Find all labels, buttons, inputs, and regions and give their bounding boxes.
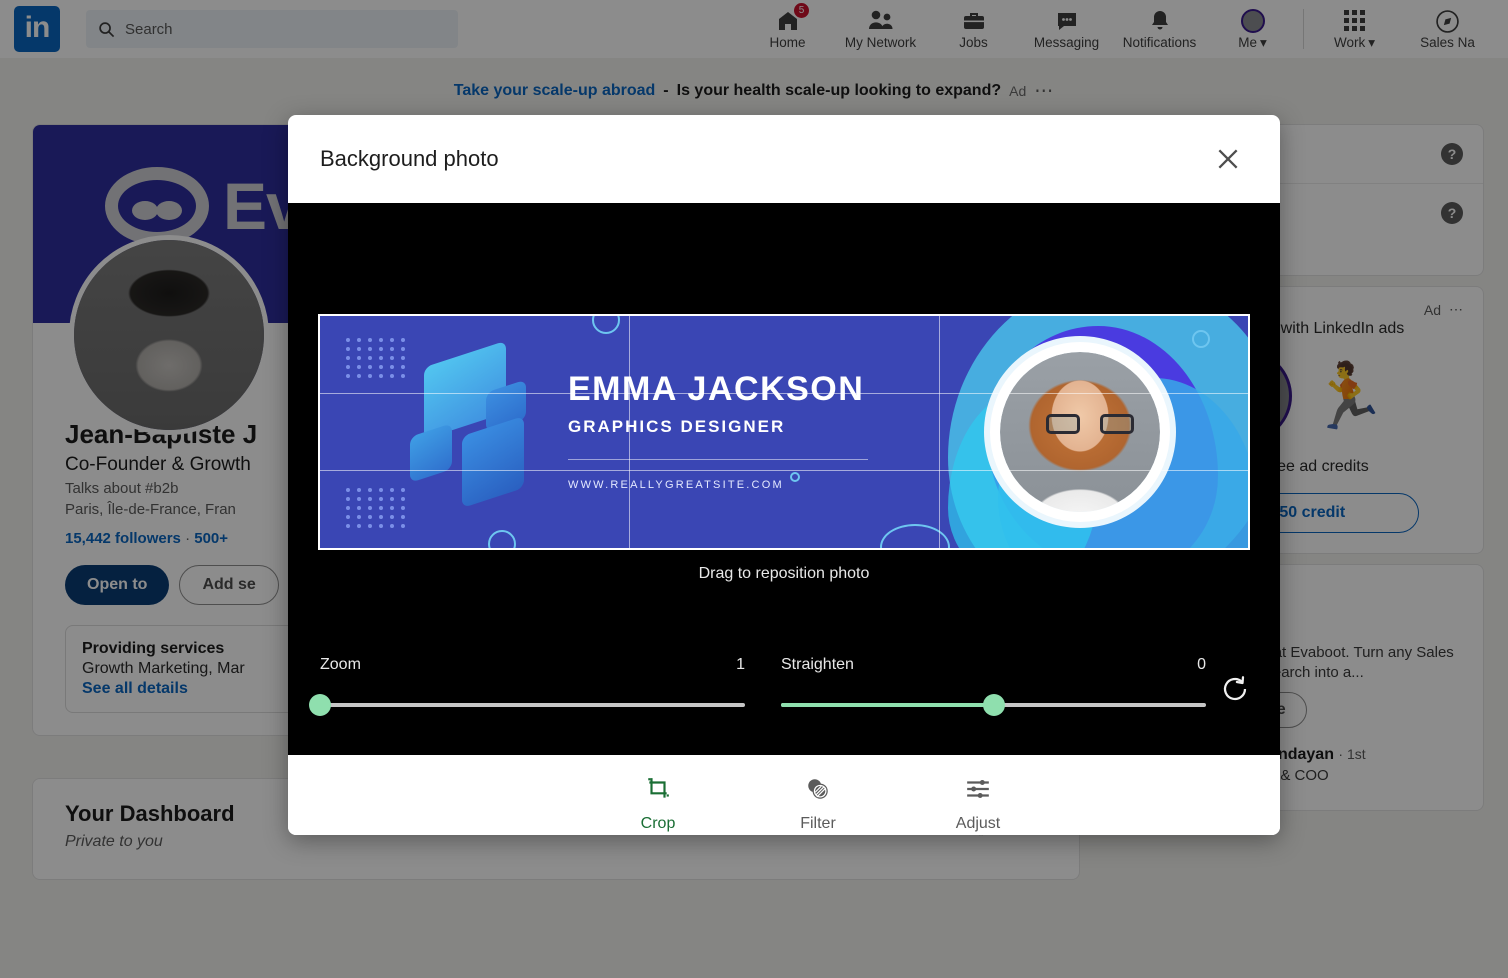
straighten-value: 0	[1197, 656, 1206, 673]
crop-guide-vertical	[629, 316, 630, 548]
isometric-tiles-icon	[410, 340, 590, 518]
crop-guide-horizontal	[320, 470, 1248, 471]
banner-portrait	[990, 342, 1170, 522]
ring-top-icon	[592, 316, 620, 334]
banner-website: WWW.REALLYGREATSITE.COM	[568, 479, 784, 491]
tab-label: Filter	[800, 815, 836, 832]
straighten-slider-thumb[interactable]	[982, 694, 1005, 716]
crop-icon	[645, 776, 671, 807]
rotate-reset-icon[interactable]	[1214, 668, 1256, 710]
crop-guide-horizontal	[320, 393, 1248, 394]
zoom-value: 1	[736, 656, 745, 673]
photo-controls: Zoom 1 Straighten 0	[288, 640, 1280, 755]
photo-editor-stage: EMMA JACKSON GRAPHICS DESIGNER WWW.REALL…	[288, 203, 1280, 640]
adjust-icon	[965, 776, 991, 807]
zoom-slider-thumb[interactable]	[309, 694, 331, 716]
filter-icon	[805, 776, 831, 807]
tab-filter[interactable]: Filter	[738, 755, 898, 835]
close-icon[interactable]	[1208, 139, 1248, 179]
banner-role: GRAPHICS DESIGNER	[568, 417, 786, 436]
tab-label: Crop	[640, 815, 676, 832]
modal-title: Background photo	[320, 146, 499, 171]
ring-bottom-icon	[488, 530, 516, 548]
dot-grid-bottom-icon	[346, 488, 407, 528]
background-photo-modal: Background photo EMMA JACKSON GRAPHICS D…	[288, 115, 1280, 835]
background-photo-preview: EMMA JACKSON GRAPHICS DESIGNER WWW.REALL…	[320, 316, 1248, 548]
banner-divider	[568, 459, 868, 460]
zoom-control: Zoom 1	[309, 656, 745, 716]
modal-header: Background photo	[288, 115, 1280, 203]
zoom-slider[interactable]	[309, 694, 745, 716]
straighten-control: Straighten 0	[781, 656, 1206, 716]
photo-crop-area[interactable]: EMMA JACKSON GRAPHICS DESIGNER WWW.REALL…	[318, 314, 1250, 550]
straighten-slider-fill	[781, 703, 994, 707]
banner-text-block: EMMA JACKSON GRAPHICS DESIGNER WWW.REALL…	[568, 372, 868, 491]
ring-right-icon	[1192, 330, 1210, 348]
tab-adjust[interactable]: Adjust	[898, 755, 1058, 835]
zoom-label: Zoom	[320, 656, 361, 673]
glasses-icon	[1046, 414, 1134, 434]
screen: in Search 5 Home My Network Jobs Messagi…	[0, 0, 1508, 978]
tab-label: Adjust	[955, 815, 1001, 832]
dot-grid-top-icon	[346, 338, 407, 378]
straighten-label: Straighten	[781, 656, 854, 673]
crop-guide-vertical	[939, 316, 940, 548]
straighten-slider[interactable]	[781, 694, 1206, 716]
drag-reposition-hint: Drag to reposition photo	[698, 565, 870, 582]
banner-name: EMMA JACKSON	[568, 370, 865, 408]
editor-tabs: Crop Filter Adjust	[288, 755, 1280, 835]
tab-crop[interactable]: Crop	[578, 755, 738, 835]
